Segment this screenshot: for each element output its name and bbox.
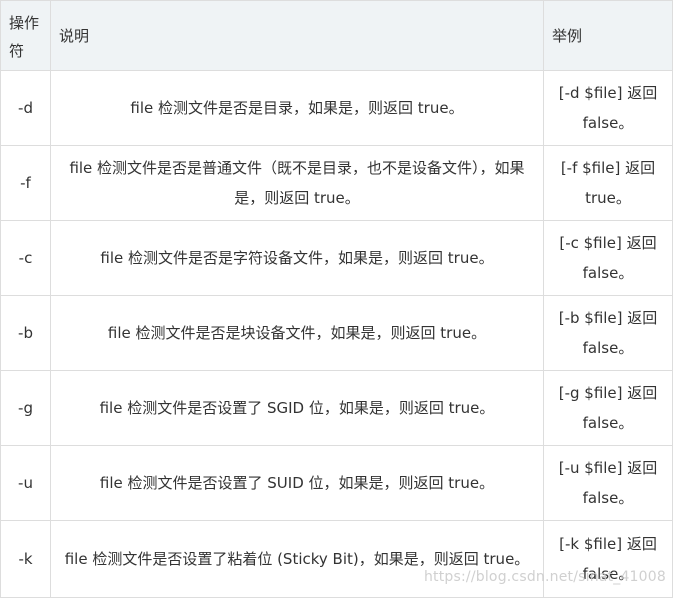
cell-operator: -u [0, 445, 51, 521]
cell-example: [-f $file] 返回 true。 [543, 145, 673, 221]
cell-example: [-b $file] 返回 false。 [543, 295, 673, 371]
cell-example: [-k $file] 返回 false。 [543, 520, 673, 598]
table-header-row: 操作符 说明 举例 [0, 0, 673, 71]
table-row: -d file 检测文件是否是目录，如果是，则返回 true。 [-d $fil… [0, 70, 673, 146]
header-description: 说明 [50, 0, 544, 71]
table-row: -k file 检测文件是否设置了粘着位 (Sticky Bit)，如果是，则返… [0, 520, 673, 598]
cell-description: file 检测文件是否是普通文件（既不是目录，也不是设备文件），如果是，则返回 … [50, 145, 544, 221]
cell-example: [-u $file] 返回 false。 [543, 445, 673, 521]
cell-description: file 检测文件是否设置了 SUID 位，如果是，则返回 true。 [50, 445, 544, 521]
cell-description: file 检测文件是否是块设备文件，如果是，则返回 true。 [50, 295, 544, 371]
table-row: -b file 检测文件是否是块设备文件，如果是，则返回 true。 [-b $… [0, 295, 673, 371]
cell-example: [-g $file] 返回 false。 [543, 370, 673, 446]
table-row: -c file 检测文件是否是字符设备文件，如果是，则返回 true。 [-c … [0, 220, 673, 296]
header-operator: 操作符 [0, 0, 51, 71]
cell-operator: -b [0, 295, 51, 371]
table-row: -u file 检测文件是否设置了 SUID 位，如果是，则返回 true。 [… [0, 445, 673, 521]
cell-operator: -c [0, 220, 51, 296]
header-example: 举例 [543, 0, 673, 71]
cell-operator: -g [0, 370, 51, 446]
cell-description: file 检测文件是否设置了 SGID 位，如果是，则返回 true。 [50, 370, 544, 446]
operator-table: 操作符 说明 举例 -d file 检测文件是否是目录，如果是，则返回 true… [0, 0, 673, 598]
cell-operator: -d [0, 70, 51, 146]
cell-description: file 检测文件是否是字符设备文件，如果是，则返回 true。 [50, 220, 544, 296]
cell-description: file 检测文件是否是目录，如果是，则返回 true。 [50, 70, 544, 146]
table-row: -g file 检测文件是否设置了 SGID 位，如果是，则返回 true。 [… [0, 370, 673, 446]
table-row: -f file 检测文件是否是普通文件（既不是目录，也不是设备文件），如果是，则… [0, 145, 673, 221]
cell-example: [-d $file] 返回 false。 [543, 70, 673, 146]
cell-operator: -f [0, 145, 51, 221]
cell-description: file 检测文件是否设置了粘着位 (Sticky Bit)，如果是，则返回 t… [50, 520, 544, 598]
cell-operator: -k [0, 520, 51, 598]
cell-example: [-c $file] 返回 false。 [543, 220, 673, 296]
